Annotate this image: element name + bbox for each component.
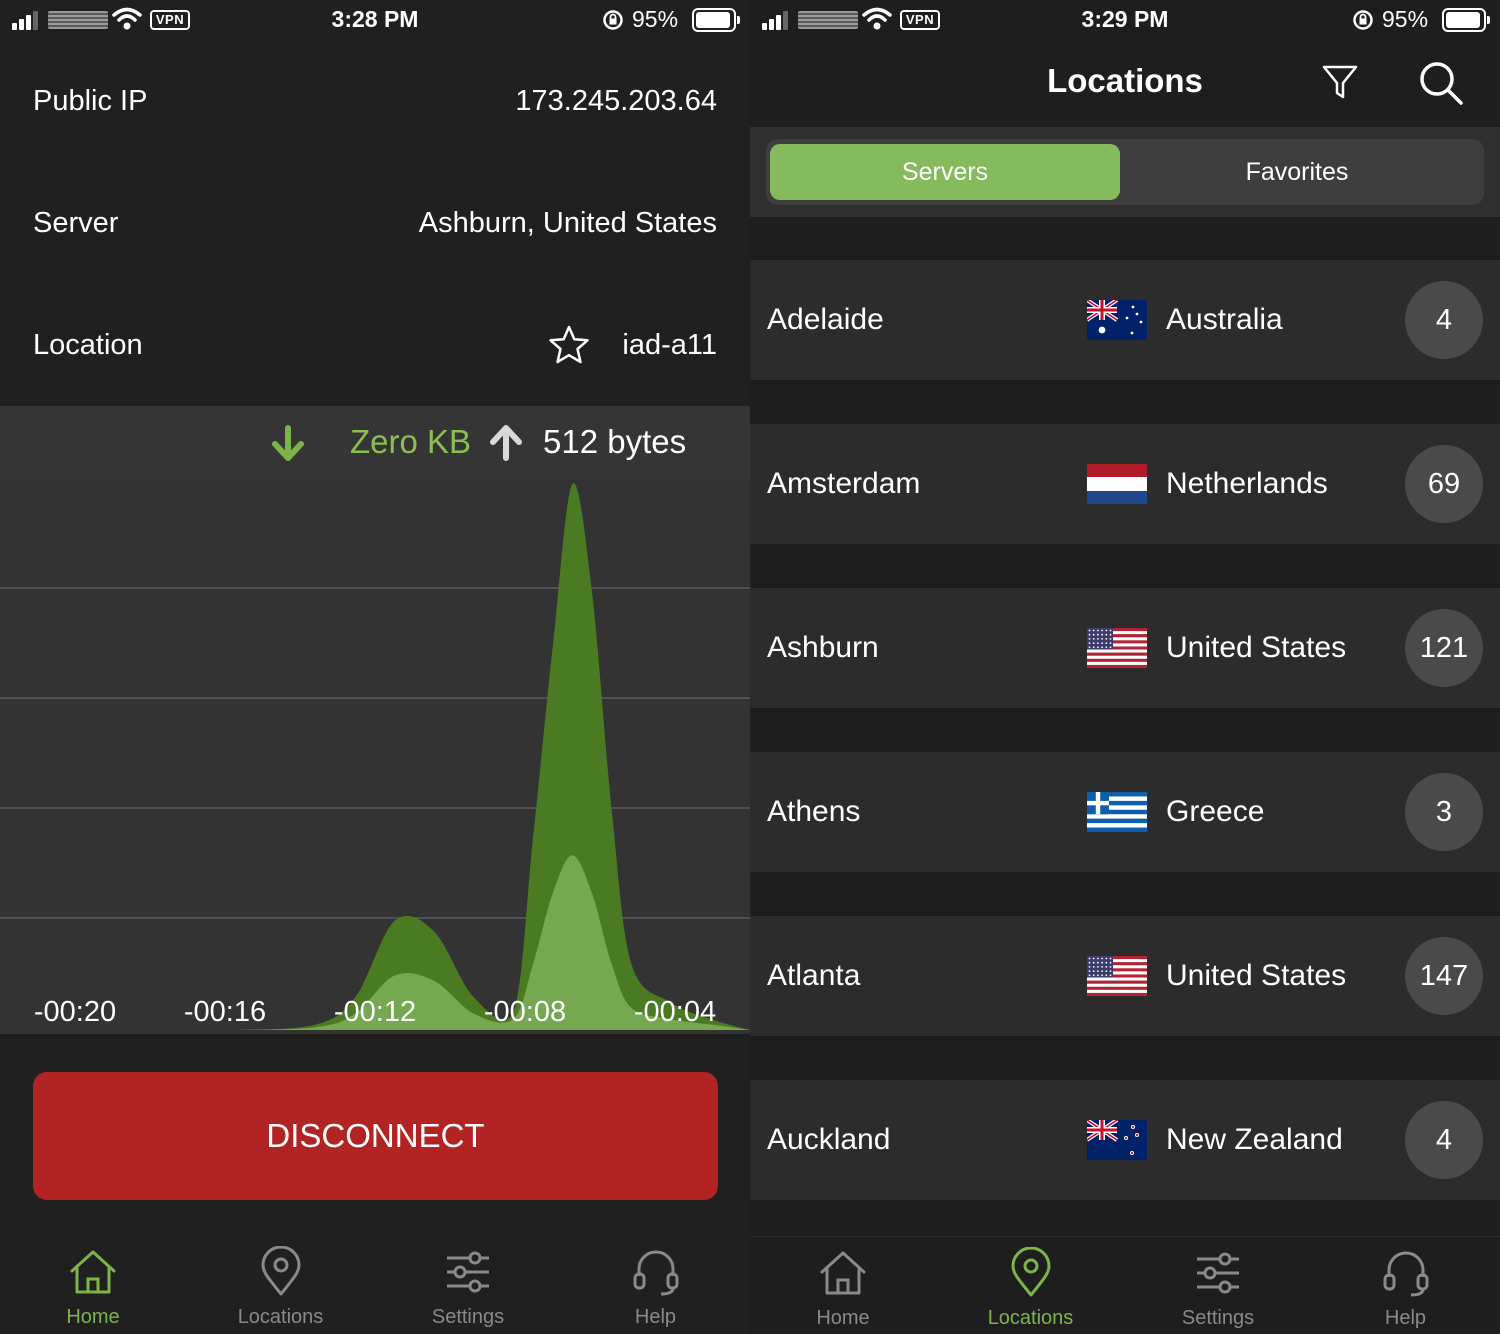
page-title: Locations bbox=[1047, 62, 1203, 99]
location-city: Amsterdam bbox=[767, 467, 921, 500]
public-ip-row: Public IP 173.245.203.64 bbox=[0, 40, 750, 162]
sliders-icon bbox=[447, 1251, 489, 1293]
upload-arrow-icon bbox=[490, 425, 522, 461]
tab-settings[interactable]: Settings bbox=[393, 1236, 543, 1334]
battery-percent: 95% bbox=[1382, 6, 1429, 32]
location-city: Ashburn bbox=[767, 631, 879, 664]
location-city: Atlanta bbox=[767, 959, 861, 992]
download-amount: Zero KB bbox=[350, 423, 472, 460]
tab-locations[interactable]: Locations bbox=[956, 1237, 1106, 1334]
traffic-summary: Zero KB 512 bytes bbox=[0, 406, 750, 478]
tab-label: Help bbox=[1384, 1307, 1427, 1329]
location-row[interactable]: Auckland New Zealand 4 bbox=[750, 1080, 1500, 1200]
location-city: Adelaide bbox=[767, 303, 884, 336]
home-icon bbox=[70, 1250, 116, 1294]
server-row: Server Ashburn, United States bbox=[0, 162, 750, 284]
public-ip-label: Public IP bbox=[33, 85, 148, 117]
server-value: Ashburn, United States bbox=[418, 207, 717, 239]
tab-label: Home bbox=[816, 1307, 870, 1329]
tab-bar: Home Locations Settings Help bbox=[0, 1236, 750, 1334]
location-row[interactable]: Athens Greece 3 bbox=[750, 752, 1500, 872]
tab-label: Help bbox=[634, 1306, 677, 1328]
sliders-icon bbox=[1197, 1252, 1239, 1294]
usa-flag bbox=[1087, 956, 1147, 996]
tab-label: Locations bbox=[237, 1306, 324, 1328]
segment-control-container: Servers Favorites bbox=[750, 127, 1500, 217]
location-row[interactable]: Atlanta United States 147 bbox=[750, 916, 1500, 1036]
location-label: Location bbox=[33, 329, 143, 361]
segment-control: Servers Favorites bbox=[766, 139, 1484, 205]
australia-flag bbox=[1087, 300, 1147, 340]
public-ip-value: 173.245.203.64 bbox=[515, 85, 717, 117]
tab-home[interactable]: Home bbox=[768, 1237, 918, 1334]
download-arrow-icon bbox=[272, 425, 304, 461]
battery-icon bbox=[1442, 8, 1490, 32]
location-country: Australia bbox=[1166, 303, 1283, 336]
star-icon[interactable] bbox=[548, 324, 590, 366]
segment-favorites[interactable]: Favorites bbox=[1122, 144, 1472, 200]
new-zealand-flag bbox=[1087, 1120, 1147, 1160]
status-bar: VPN 3:28 PM 95% bbox=[0, 0, 750, 42]
home-screen: VPN 3:28 PM 95% Public IP 173.245.203.64… bbox=[0, 0, 750, 1334]
x-tick-label: -00:16 bbox=[183, 996, 267, 1028]
location-city: Auckland bbox=[767, 1123, 891, 1156]
location-country: Greece bbox=[1166, 795, 1265, 828]
x-tick-label: -00:08 bbox=[483, 996, 567, 1028]
orientation-lock-icon bbox=[603, 10, 623, 30]
location-city: Athens bbox=[767, 795, 861, 828]
search-icon[interactable] bbox=[1418, 60, 1464, 106]
x-tick-label: -00:12 bbox=[333, 996, 417, 1028]
tab-locations[interactable]: Locations bbox=[206, 1236, 356, 1334]
tab-home[interactable]: Home bbox=[18, 1236, 168, 1334]
location-pin-icon bbox=[261, 1246, 300, 1296]
server-count-badge: 121 bbox=[1405, 609, 1483, 687]
location-country: New Zealand bbox=[1166, 1123, 1343, 1156]
tab-settings[interactable]: Settings bbox=[1143, 1237, 1293, 1334]
tab-label: Locations bbox=[987, 1307, 1074, 1329]
locations-screen: VPN 3:29 PM 95% Locations Servers Favori… bbox=[750, 0, 1500, 1334]
traffic-graph: -00:20 -00:16 -00:12 -00:08 -00:04 bbox=[0, 478, 750, 1034]
tab-bar: Home Locations Settings Help bbox=[750, 1236, 1500, 1334]
tab-help[interactable]: Help bbox=[1331, 1237, 1481, 1334]
disconnect-button[interactable]: DISCONNECT bbox=[33, 1072, 718, 1200]
headset-icon bbox=[1383, 1251, 1428, 1297]
orientation-lock-icon bbox=[1353, 10, 1373, 30]
location-value: iad-a11 bbox=[622, 329, 717, 361]
location-row[interactable]: Adelaide Australia 4 bbox=[750, 260, 1500, 380]
x-tick-label: -00:04 bbox=[633, 996, 717, 1028]
status-bar: VPN 3:29 PM 95% bbox=[750, 0, 1500, 42]
location-row[interactable]: Amsterdam Netherlands 69 bbox=[750, 424, 1500, 544]
filter-icon[interactable] bbox=[1320, 62, 1360, 102]
tab-help[interactable]: Help bbox=[581, 1236, 731, 1334]
server-count-badge: 4 bbox=[1405, 281, 1483, 359]
greece-flag bbox=[1087, 792, 1147, 832]
location-row: Location iad-a11 bbox=[0, 284, 750, 406]
headset-icon bbox=[633, 1250, 678, 1296]
x-tick-label: -00:20 bbox=[33, 996, 117, 1028]
server-count-badge: 4 bbox=[1405, 1101, 1483, 1179]
server-count-badge: 147 bbox=[1405, 937, 1483, 1015]
location-country: United States bbox=[1166, 631, 1347, 664]
usa-flag bbox=[1087, 628, 1147, 668]
upload-amount: 512 bytes bbox=[543, 423, 687, 460]
netherlands-flag bbox=[1087, 464, 1147, 504]
tab-label: Settings bbox=[431, 1306, 505, 1328]
battery-percent: 95% bbox=[632, 6, 679, 32]
tab-label: Settings bbox=[1181, 1307, 1255, 1329]
battery-icon bbox=[692, 8, 740, 32]
location-pin-icon bbox=[1011, 1247, 1050, 1297]
home-icon bbox=[820, 1251, 866, 1295]
server-label: Server bbox=[33, 207, 119, 239]
location-country: United States bbox=[1166, 959, 1347, 992]
server-count-badge: 69 bbox=[1405, 445, 1483, 523]
download-series-area bbox=[0, 483, 750, 1030]
server-count-badge: 3 bbox=[1405, 773, 1483, 851]
tab-label: Home bbox=[66, 1306, 120, 1328]
segment-servers[interactable]: Servers bbox=[770, 144, 1120, 200]
traffic-graph-svg bbox=[0, 483, 750, 1030]
location-row[interactable]: Ashburn United States 121 bbox=[750, 588, 1500, 708]
location-country: Netherlands bbox=[1166, 467, 1328, 500]
